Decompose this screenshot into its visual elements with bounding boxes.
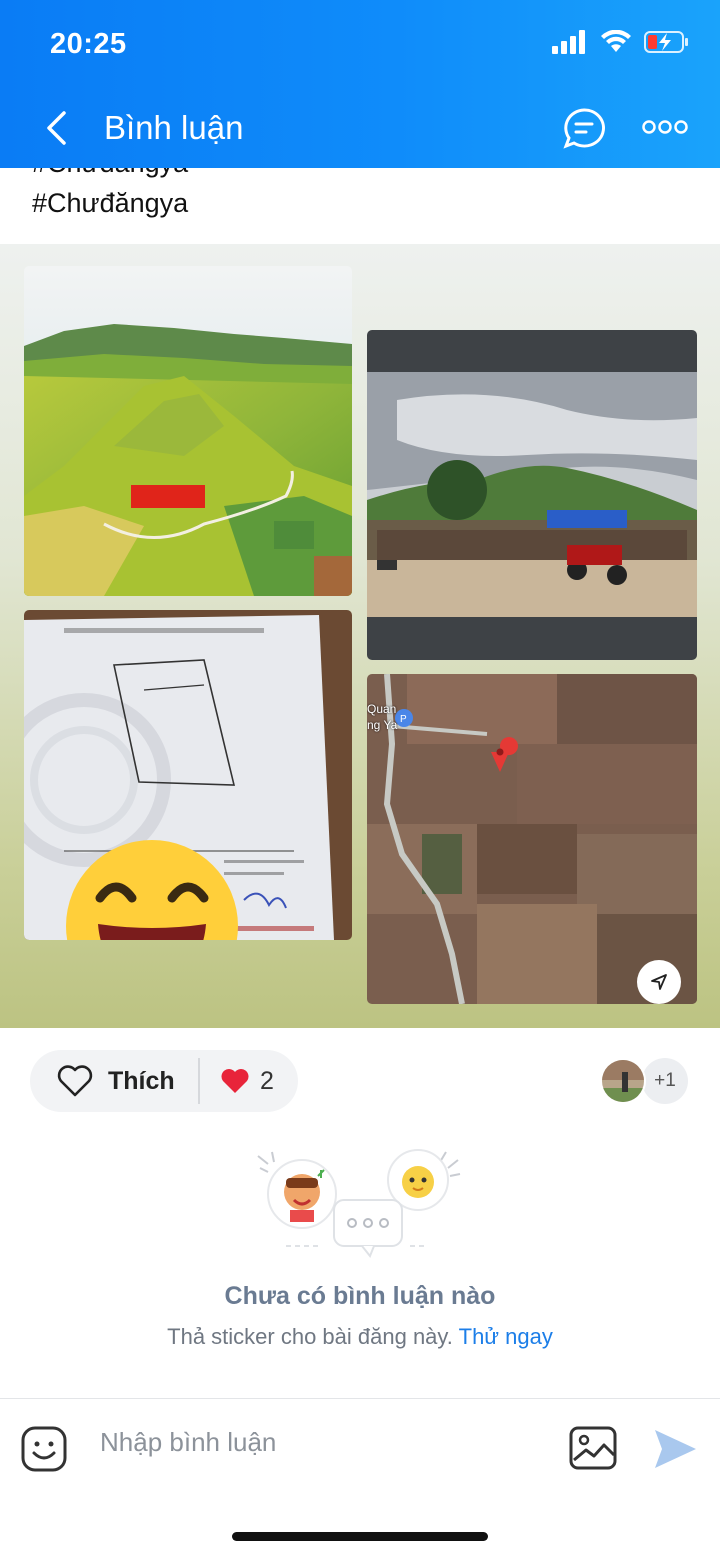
red-heart-icon [221,1069,249,1093]
nav-bar: Bình luận [0,95,720,161]
reaction-count: 2 [260,1066,274,1095]
back-button[interactable] [36,105,76,151]
home-indicator [232,1532,488,1541]
sticker-face-icon [21,1426,67,1472]
satellite-map-image: P [367,674,697,1004]
photo-land-certificate[interactable] [24,610,352,940]
chat-button[interactable] [560,105,608,151]
chevron-left-icon [47,111,66,145]
header: 20:25 Bình luận [0,0,720,168]
status-bar: 20:25 [0,0,720,88]
status-time: 20:25 [50,28,127,60]
hashtag[interactable]: #Chưđăngya [32,188,188,219]
extra-viewers-badge[interactable]: +1 [642,1058,688,1104]
svg-text:P: P [400,714,407,725]
post-text: #Chưđăngya #Chưđăngya [0,168,720,244]
map-place-label-2: ng Ya [367,718,398,732]
laughing-emoji-sticker [66,840,238,940]
reaction-count-button[interactable]: 2 [220,1050,274,1112]
avatar-photo [602,1060,644,1102]
hashtag-partial: #Chưđăngya [32,168,188,179]
like-pill: Thích 2 [30,1050,298,1112]
battery-icon [644,31,688,53]
sticker-prompt: Thả sticker cho bài đăng này. [167,1324,453,1349]
more-dots-icon [642,120,688,134]
send-arrow-icon [655,1430,696,1468]
chat-bubble-icon [563,108,605,149]
image-icon [569,1426,617,1470]
try-now-link[interactable]: Thử ngay [459,1324,553,1349]
photo-collage: P Quan ng Ya [0,244,720,1028]
photo-satellite-map[interactable]: P Quan ng Ya [367,674,697,1004]
map-place-label: Quan [367,702,397,716]
navigation-arrow-icon [651,974,667,990]
page-title: Bình luận [104,109,244,146]
like-button[interactable]: Thích [30,1050,198,1112]
divider [198,1058,200,1104]
image-button[interactable] [568,1425,618,1471]
aerial-mountain-image [24,266,352,596]
map-locate-button[interactable] [637,960,681,1004]
empty-comments: Chưa có bình luận nào Thả sticker cho bà… [0,1138,720,1398]
photo-aerial-mountain[interactable] [24,266,352,596]
status-icons [552,30,690,54]
empty-comments-illustration [257,1149,461,1258]
like-label: Thích [108,1066,175,1095]
comment-input[interactable]: Nhập bình luận [100,1427,276,1458]
signal-icon [552,30,585,54]
comment-composer: Nhập bình luận [0,1398,720,1502]
hillside-market-image [367,330,697,660]
sticker-button[interactable] [20,1425,68,1473]
wifi-icon [601,30,631,52]
send-button[interactable] [652,1427,698,1471]
avatar[interactable] [600,1058,646,1104]
reaction-row: Thích 2 +1 [0,1028,720,1138]
empty-comments-subtitle: Thả sticker cho bài đăng này. Thử ngay [0,1324,720,1350]
photo-hillside-market[interactable] [367,330,697,660]
more-options-button[interactable] [640,109,690,145]
empty-comments-title: Chưa có bình luận nào [224,1282,496,1310]
heart-outline-icon [57,1065,93,1097]
